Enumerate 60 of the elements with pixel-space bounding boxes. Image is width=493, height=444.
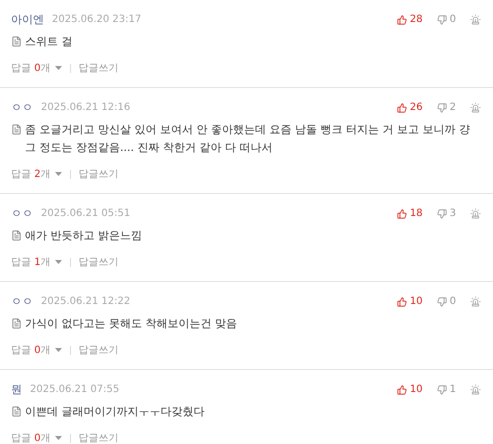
reply-toggle[interactable]: 답글 0개 <box>11 343 62 357</box>
thumbs-down-icon <box>436 102 447 112</box>
caret-icon <box>54 66 62 70</box>
comment-date: 2025.06.21 12:16 <box>41 102 130 113</box>
memo-icon <box>11 406 22 417</box>
like-button[interactable]: 10 <box>396 384 423 395</box>
write-reply-link[interactable]: 답글쓰기 <box>78 167 119 181</box>
write-reply-link[interactable]: 답글쓰기 <box>78 61 119 75</box>
like-button[interactable]: 18 <box>396 208 423 219</box>
thumbs-up-icon <box>396 384 407 394</box>
write-reply-link[interactable]: 답글쓰기 <box>78 255 119 269</box>
like-button[interactable]: 26 <box>396 102 423 113</box>
dislike-button[interactable]: 1 <box>436 384 456 395</box>
comment-author[interactable]: 뭔 <box>11 382 22 397</box>
like-button[interactable]: 10 <box>396 296 423 307</box>
thumbs-down-icon <box>436 208 447 218</box>
report-icon[interactable] <box>470 384 481 395</box>
reply-toggle[interactable]: 답글 2개 <box>11 167 62 181</box>
comment-date: 2025.06.21 07:55 <box>30 384 120 395</box>
thumbs-up-icon <box>396 14 407 24</box>
write-reply-link[interactable]: 답글쓰기 <box>78 343 119 357</box>
thumbs-up-icon <box>396 208 407 218</box>
comment-text: 가식이 없다고는 못해도 착해보이는건 맞음 <box>25 316 237 332</box>
memo-icon <box>11 36 22 47</box>
comment-text: 좀 오글거리고 망신살 있어 보여서 안 좋아했는데 요즘 남돌 뻥크 터지는 거 보고 보니까 걍 그 정도는 장점같음.... 진짜 착한거 같아 다 떠나서 <box>25 122 471 156</box>
thumbs-up-icon <box>396 296 407 306</box>
comment-author[interactable]: ㅇㅇ <box>11 294 33 309</box>
thumbs-down-icon <box>436 384 447 394</box>
thumbs-up-icon <box>396 102 407 112</box>
comment-text: 애가 반듯하고 밝은느낌 <box>25 228 142 244</box>
caret-icon <box>54 348 62 352</box>
report-icon[interactable] <box>470 208 481 219</box>
thumbs-down-icon <box>436 296 447 306</box>
comment-author[interactable]: ㅇㅇ <box>11 100 33 115</box>
comment-text: 이쁜데 글래머이기까지ㅜㅜ다갖췄다 <box>25 404 204 420</box>
comment-author[interactable]: ㅇㅇ <box>11 206 33 221</box>
comment-text: 스위트 걸 <box>25 34 72 50</box>
memo-icon <box>11 124 22 135</box>
reply-toggle[interactable]: 답글 0개 <box>11 431 62 444</box>
caret-icon <box>54 172 62 176</box>
report-icon[interactable] <box>470 102 481 113</box>
dislike-button[interactable]: 0 <box>436 14 456 25</box>
caret-icon <box>54 260 62 264</box>
comment-date: 2025.06.20 23:17 <box>52 14 142 25</box>
write-reply-link[interactable]: 답글쓰기 <box>78 431 119 444</box>
like-button[interactable]: 28 <box>396 14 423 25</box>
comment-author[interactable]: 아이엔 <box>11 12 44 27</box>
thumbs-down-icon <box>436 14 447 24</box>
report-icon[interactable] <box>470 296 481 307</box>
caret-icon <box>54 436 62 440</box>
report-icon[interactable] <box>470 14 481 25</box>
memo-icon <box>11 230 22 241</box>
dislike-button[interactable]: 3 <box>436 208 456 219</box>
reply-toggle[interactable]: 답글 1개 <box>11 255 62 269</box>
reply-toggle[interactable]: 답글 0개 <box>11 61 62 75</box>
memo-icon <box>11 318 22 329</box>
dislike-button[interactable]: 0 <box>436 296 456 307</box>
comment-date: 2025.06.21 12:22 <box>41 296 130 307</box>
comment-date: 2025.06.21 05:51 <box>41 208 130 219</box>
dislike-button[interactable]: 2 <box>436 102 456 113</box>
